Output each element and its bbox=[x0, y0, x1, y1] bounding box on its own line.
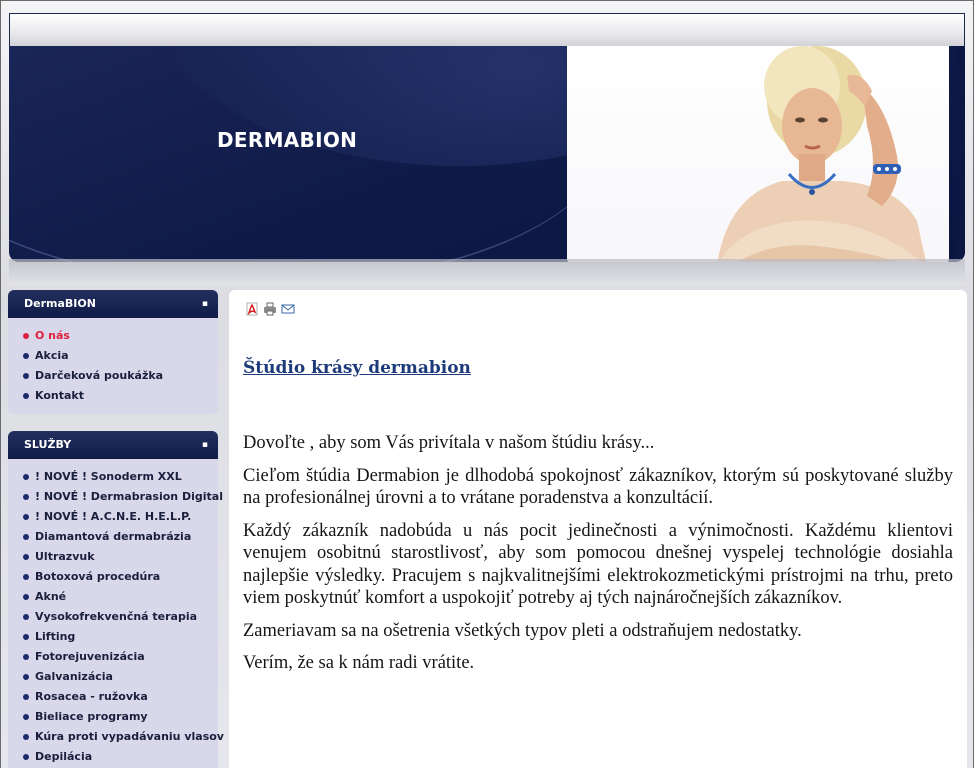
menu-item-diamantova-dermabrazia[interactable]: Diamantová dermabrázia bbox=[20, 527, 218, 547]
menu-item-label[interactable]: Lifting bbox=[35, 630, 75, 643]
bullet-icon bbox=[23, 554, 29, 560]
menu-item-dermabrasion-digital[interactable]: ! NOVÉ ! Dermabrasion Digital bbox=[20, 487, 223, 507]
article-body: Dovoľte , aby som Vás privítala v našom … bbox=[243, 432, 953, 685]
bullet-icon bbox=[23, 373, 29, 379]
bullet-icon bbox=[23, 654, 29, 660]
menu-item-label[interactable]: Depilácia bbox=[35, 750, 92, 763]
menu-heading-label: DermaBION bbox=[24, 297, 96, 310]
bullet-icon bbox=[23, 714, 29, 720]
menu-item-label[interactable]: Kontakt bbox=[35, 389, 84, 402]
bullet-icon bbox=[23, 494, 29, 500]
article-paragraph: Dovoľte , aby som Vás privítala v našom … bbox=[243, 433, 655, 453]
woman-portrait-image bbox=[717, 46, 927, 262]
menu-item-label[interactable]: Galvanizácia bbox=[35, 670, 113, 683]
bullet-icon bbox=[23, 514, 29, 520]
bullet-icon bbox=[23, 754, 29, 760]
bullet-icon bbox=[23, 594, 29, 600]
menu-heading-label: SLUŽBY bbox=[24, 438, 72, 451]
article-toolbar bbox=[245, 301, 295, 316]
menu-item-label[interactable]: ! NOVÉ ! Sonoderm XXL bbox=[35, 470, 182, 483]
menu-item-label[interactable]: O nás bbox=[35, 329, 70, 342]
menu-item-label[interactable]: Rosacea - ružovka bbox=[35, 690, 148, 703]
article-paragraph: Každý zákazník nadobúda u nás pocit jedi… bbox=[243, 520, 953, 609]
bullet-icon bbox=[23, 674, 29, 680]
bullet-icon bbox=[23, 574, 29, 580]
menu-item-vysokofrekvencna-terapia[interactable]: Vysokofrekvenčná terapia bbox=[20, 607, 218, 627]
main-content: Štúdio krásy dermabion Dovoľte , aby som… bbox=[229, 290, 967, 768]
article-paragraph: Cieľom štúdia Dermabion je dlhodobá spok… bbox=[243, 465, 953, 509]
menu-item-label[interactable]: Darčeková poukážka bbox=[35, 369, 163, 382]
bullet-icon bbox=[23, 634, 29, 640]
menu-item-fotorejuvenizacia[interactable]: Fotorejuvenizácia bbox=[20, 647, 218, 667]
menu-item-darcekova-poukazka[interactable]: Darčeková poukážka bbox=[20, 366, 218, 386]
menu-item-lifting[interactable]: Lifting bbox=[20, 627, 218, 647]
menu-list: ! NOVÉ ! Sonoderm XXL ! NOVÉ ! Dermabras… bbox=[8, 459, 224, 768]
menu-item-kura-proti-vypadavaniu[interactable]: Kúra proti vypadávaniu vlasov bbox=[20, 727, 224, 747]
header-swoosh-line bbox=[9, 46, 609, 262]
collapse-icon[interactable]: ▪ bbox=[202, 440, 208, 450]
header-shadow bbox=[9, 259, 965, 285]
menu-item-akcia[interactable]: Akcia bbox=[20, 346, 218, 366]
menu-item-o-nas[interactable]: O nás bbox=[20, 326, 218, 346]
menu-heading: DermaBION ▪ bbox=[8, 290, 218, 318]
menu-item-depilacia[interactable]: Depilácia bbox=[20, 747, 218, 767]
menu-item-ultrazvuk[interactable]: Ultrazvuk bbox=[20, 547, 218, 567]
bullet-icon bbox=[23, 534, 29, 540]
menu-item-acne-help[interactable]: ! NOVÉ ! A.C.N.E. H.E.L.P. bbox=[20, 507, 218, 527]
menu-item-label[interactable]: Ultrazvuk bbox=[35, 550, 95, 563]
menu-item-label[interactable]: Botoxová procedúra bbox=[35, 570, 160, 583]
menu-item-label[interactable]: Kúra proti vypadávaniu vlasov bbox=[35, 730, 224, 743]
collapse-icon[interactable]: ▪ bbox=[202, 299, 208, 309]
site-title[interactable]: DERMABION bbox=[217, 128, 357, 152]
menu-item-akne[interactable]: Akné bbox=[20, 587, 218, 607]
article-title-link[interactable]: Štúdio krásy dermabion bbox=[243, 358, 471, 378]
menu-item-bieliace-programy[interactable]: Bieliace programy bbox=[20, 707, 218, 727]
menu-sluzby: SLUŽBY ▪ ! NOVÉ ! Sonoderm XXL ! NOVÉ ! … bbox=[8, 431, 224, 768]
bullet-icon bbox=[23, 393, 29, 399]
bullet-icon bbox=[23, 474, 29, 480]
print-icon[interactable] bbox=[263, 301, 277, 316]
browser-viewport: DERMABION DermaBION ▪ O nás Akcia Darček… bbox=[0, 0, 974, 768]
header-edge bbox=[957, 46, 965, 262]
bullet-icon bbox=[23, 333, 29, 339]
menu-item-label[interactable]: ! NOVÉ ! A.C.N.E. H.E.L.P. bbox=[35, 510, 191, 523]
site-header: DERMABION bbox=[9, 46, 965, 262]
menu-item-sonoderm[interactable]: ! NOVÉ ! Sonoderm XXL bbox=[20, 467, 218, 487]
pdf-icon[interactable] bbox=[245, 301, 259, 316]
menu-item-label[interactable]: Diamantová dermabrázia bbox=[35, 530, 191, 543]
article-paragraph: Verím, že sa k nám radi vrátite. bbox=[243, 653, 475, 673]
bullet-icon bbox=[23, 614, 29, 620]
bullet-icon bbox=[23, 734, 29, 740]
menu-heading: SLUŽBY ▪ bbox=[8, 431, 218, 459]
menu-item-label[interactable]: Akcia bbox=[35, 349, 69, 362]
menu-item-label[interactable]: Bieliace programy bbox=[35, 710, 148, 723]
article-paragraph: Zameriavam sa na ošetrenia všetkých typo… bbox=[243, 620, 802, 641]
bullet-icon bbox=[23, 353, 29, 359]
top-bar bbox=[9, 13, 965, 47]
bullet-icon bbox=[23, 694, 29, 700]
menu-list: O nás Akcia Darčeková poukážka Kontakt bbox=[8, 318, 218, 412]
menu-item-rosacea[interactable]: Rosacea - ružovka bbox=[20, 687, 218, 707]
email-icon[interactable] bbox=[281, 301, 295, 315]
menu-item-label[interactable]: Fotorejuvenizácia bbox=[35, 650, 145, 663]
header-photo bbox=[567, 46, 949, 262]
menu-item-label[interactable]: Vysokofrekvenčná terapia bbox=[35, 610, 197, 623]
menu-item-label[interactable]: Akné bbox=[35, 590, 66, 603]
menu-dermabion: DermaBION ▪ O nás Akcia Darčeková poukáž… bbox=[8, 290, 218, 414]
menu-item-label[interactable]: ! NOVÉ ! Dermabrasion Digital bbox=[35, 490, 223, 503]
menu-item-botoxova-procedura[interactable]: Botoxová procedúra bbox=[20, 567, 218, 587]
menu-item-galvanizacia[interactable]: Galvanizácia bbox=[20, 667, 218, 687]
menu-item-kontakt[interactable]: Kontakt bbox=[20, 386, 218, 406]
